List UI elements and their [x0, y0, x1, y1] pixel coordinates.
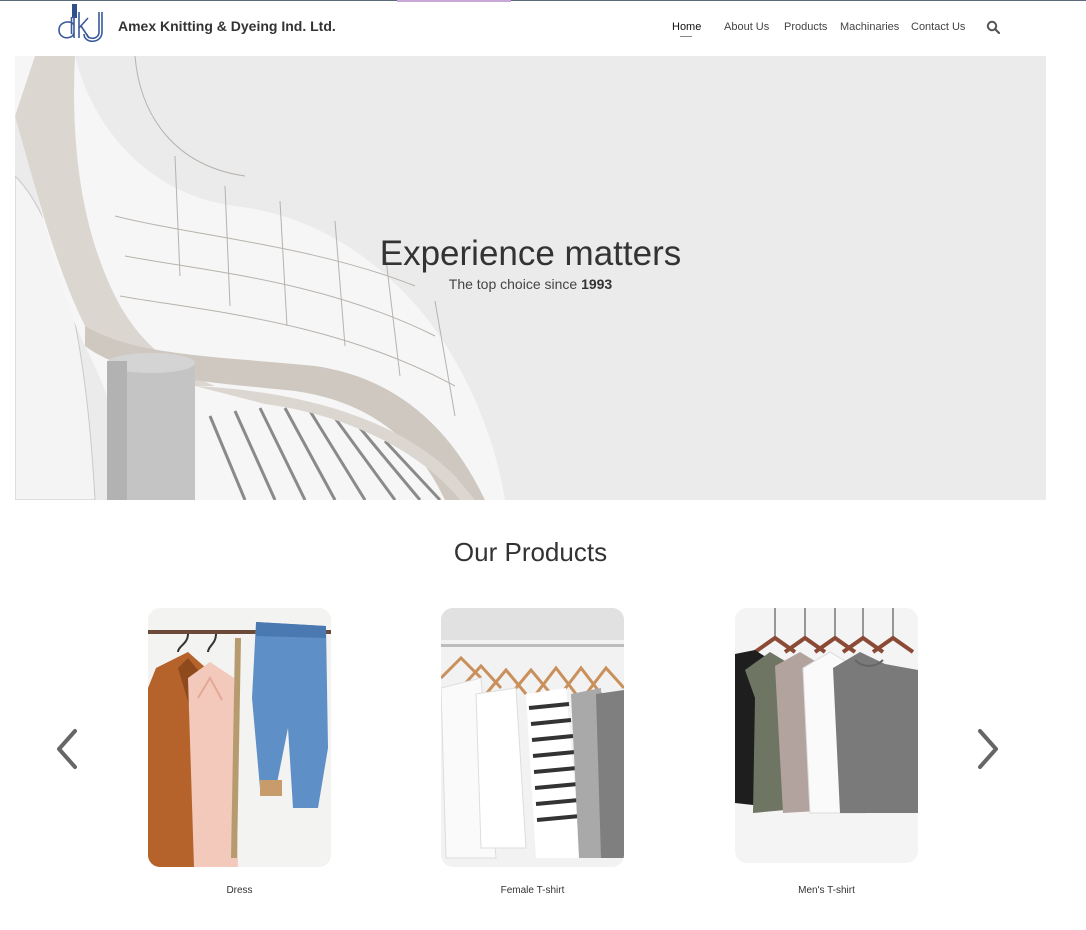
product-label-mens-tshirt[interactable]: Men's T-shirt [735, 885, 918, 896]
hero-year: 1993 [581, 276, 613, 292]
hero-subtitle: The top choice since 1993 [15, 276, 1046, 292]
search-icon[interactable] [986, 20, 1000, 34]
product-label-female-tshirt[interactable]: Female T-shirt [441, 885, 624, 896]
products-title: Our Products [453, 537, 608, 567]
nav-active-indicator [680, 36, 692, 37]
nav-home[interactable]: Home [672, 21, 701, 33]
product-card-dress[interactable]: Dress [148, 608, 331, 896]
product-image-mens-tshirt[interactable] [735, 608, 918, 863]
hero-banner: Experience matters The top choice since … [15, 56, 1046, 500]
nav-machinaries[interactable]: Machinaries [840, 21, 899, 33]
site-header: Amex Knitting & Dyeing Ind. Ltd. Home Ab… [0, 0, 1086, 56]
main-nav: Home About Us Products Machinaries Conta… [0, 21, 1086, 41]
hero-subtitle-text: The top choice since [448, 276, 578, 292]
product-label-dress[interactable]: Dress [148, 885, 331, 896]
product-card-mens-tshirt[interactable]: Men's T-shirt [735, 608, 918, 896]
hero-title: Experience matters [379, 234, 682, 273]
product-image-dress[interactable] [148, 608, 331, 867]
nav-contact-us[interactable]: Contact Us [911, 21, 965, 33]
nav-about-us[interactable]: About Us [724, 21, 769, 33]
product-card-female-tshirt[interactable]: Female T-shirt [441, 608, 624, 896]
chevron-right-icon[interactable] [974, 727, 1002, 771]
chevron-left-icon[interactable] [53, 727, 81, 771]
product-image-female-tshirt[interactable] [441, 608, 624, 867]
nav-products[interactable]: Products [784, 21, 827, 33]
